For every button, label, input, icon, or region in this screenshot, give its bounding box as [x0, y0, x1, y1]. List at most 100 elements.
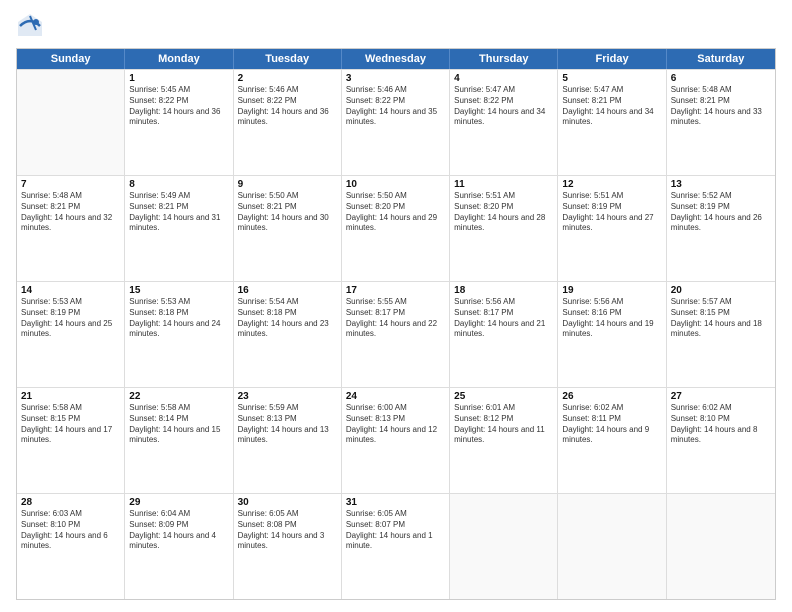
day-info: Sunrise: 6:04 AMSunset: 8:09 PMDaylight:… [129, 509, 228, 552]
cal-cell: 8Sunrise: 5:49 AMSunset: 8:21 PMDaylight… [125, 176, 233, 281]
cal-cell: 19Sunrise: 5:56 AMSunset: 8:16 PMDayligh… [558, 282, 666, 387]
header-day-monday: Monday [125, 49, 233, 69]
cal-cell: 7Sunrise: 5:48 AMSunset: 8:21 PMDaylight… [17, 176, 125, 281]
cal-cell: 16Sunrise: 5:54 AMSunset: 8:18 PMDayligh… [234, 282, 342, 387]
week-row-4: 21Sunrise: 5:58 AMSunset: 8:15 PMDayligh… [17, 387, 775, 493]
day-info: Sunrise: 5:51 AMSunset: 8:19 PMDaylight:… [562, 191, 661, 234]
day-number: 2 [238, 73, 337, 84]
header-day-sunday: Sunday [17, 49, 125, 69]
day-number: 1 [129, 73, 228, 84]
cal-cell: 24Sunrise: 6:00 AMSunset: 8:13 PMDayligh… [342, 388, 450, 493]
day-number: 14 [21, 285, 120, 296]
header-day-friday: Friday [558, 49, 666, 69]
day-number: 26 [562, 391, 661, 402]
day-info: Sunrise: 6:01 AMSunset: 8:12 PMDaylight:… [454, 403, 553, 446]
day-number: 31 [346, 497, 445, 508]
cal-cell: 29Sunrise: 6:04 AMSunset: 8:09 PMDayligh… [125, 494, 233, 599]
cal-cell: 15Sunrise: 5:53 AMSunset: 8:18 PMDayligh… [125, 282, 233, 387]
cal-cell: 20Sunrise: 5:57 AMSunset: 8:15 PMDayligh… [667, 282, 775, 387]
day-info: Sunrise: 5:53 AMSunset: 8:18 PMDaylight:… [129, 297, 228, 340]
day-info: Sunrise: 5:55 AMSunset: 8:17 PMDaylight:… [346, 297, 445, 340]
day-info: Sunrise: 5:49 AMSunset: 8:21 PMDaylight:… [129, 191, 228, 234]
header-day-wednesday: Wednesday [342, 49, 450, 69]
day-number: 22 [129, 391, 228, 402]
day-number: 21 [21, 391, 120, 402]
cal-cell [450, 494, 558, 599]
day-info: Sunrise: 5:58 AMSunset: 8:14 PMDaylight:… [129, 403, 228, 446]
day-number: 24 [346, 391, 445, 402]
logo-icon [16, 12, 44, 40]
cal-cell: 21Sunrise: 5:58 AMSunset: 8:15 PMDayligh… [17, 388, 125, 493]
day-info: Sunrise: 5:57 AMSunset: 8:15 PMDaylight:… [671, 297, 771, 340]
day-number: 13 [671, 179, 771, 190]
day-number: 28 [21, 497, 120, 508]
cal-cell: 2Sunrise: 5:46 AMSunset: 8:22 PMDaylight… [234, 70, 342, 175]
day-info: Sunrise: 5:53 AMSunset: 8:19 PMDaylight:… [21, 297, 120, 340]
day-number: 6 [671, 73, 771, 84]
day-info: Sunrise: 6:05 AMSunset: 8:08 PMDaylight:… [238, 509, 337, 552]
day-info: Sunrise: 5:45 AMSunset: 8:22 PMDaylight:… [129, 85, 228, 128]
day-info: Sunrise: 5:56 AMSunset: 8:17 PMDaylight:… [454, 297, 553, 340]
cal-cell: 17Sunrise: 5:55 AMSunset: 8:17 PMDayligh… [342, 282, 450, 387]
cal-cell: 12Sunrise: 5:51 AMSunset: 8:19 PMDayligh… [558, 176, 666, 281]
cal-cell: 18Sunrise: 5:56 AMSunset: 8:17 PMDayligh… [450, 282, 558, 387]
calendar-body: 1Sunrise: 5:45 AMSunset: 8:22 PMDaylight… [17, 69, 775, 599]
calendar: SundayMondayTuesdayWednesdayThursdayFrid… [16, 48, 776, 600]
day-info: Sunrise: 5:52 AMSunset: 8:19 PMDaylight:… [671, 191, 771, 234]
day-number: 20 [671, 285, 771, 296]
day-number: 16 [238, 285, 337, 296]
day-info: Sunrise: 5:56 AMSunset: 8:16 PMDaylight:… [562, 297, 661, 340]
cal-cell: 25Sunrise: 6:01 AMSunset: 8:12 PMDayligh… [450, 388, 558, 493]
cal-cell: 11Sunrise: 5:51 AMSunset: 8:20 PMDayligh… [450, 176, 558, 281]
day-info: Sunrise: 5:59 AMSunset: 8:13 PMDaylight:… [238, 403, 337, 446]
day-info: Sunrise: 6:02 AMSunset: 8:10 PMDaylight:… [671, 403, 771, 446]
cal-cell: 27Sunrise: 6:02 AMSunset: 8:10 PMDayligh… [667, 388, 775, 493]
day-number: 12 [562, 179, 661, 190]
day-info: Sunrise: 5:46 AMSunset: 8:22 PMDaylight:… [346, 85, 445, 128]
cal-cell: 6Sunrise: 5:48 AMSunset: 8:21 PMDaylight… [667, 70, 775, 175]
day-number: 23 [238, 391, 337, 402]
cal-cell: 9Sunrise: 5:50 AMSunset: 8:21 PMDaylight… [234, 176, 342, 281]
day-number: 19 [562, 285, 661, 296]
day-info: Sunrise: 5:54 AMSunset: 8:18 PMDaylight:… [238, 297, 337, 340]
day-info: Sunrise: 5:47 AMSunset: 8:22 PMDaylight:… [454, 85, 553, 128]
day-number: 25 [454, 391, 553, 402]
day-number: 7 [21, 179, 120, 190]
day-info: Sunrise: 5:48 AMSunset: 8:21 PMDaylight:… [671, 85, 771, 128]
week-row-5: 28Sunrise: 6:03 AMSunset: 8:10 PMDayligh… [17, 493, 775, 599]
cal-cell: 22Sunrise: 5:58 AMSunset: 8:14 PMDayligh… [125, 388, 233, 493]
cal-cell: 1Sunrise: 5:45 AMSunset: 8:22 PMDaylight… [125, 70, 233, 175]
day-info: Sunrise: 5:51 AMSunset: 8:20 PMDaylight:… [454, 191, 553, 234]
day-number: 11 [454, 179, 553, 190]
day-number: 30 [238, 497, 337, 508]
week-row-2: 7Sunrise: 5:48 AMSunset: 8:21 PMDaylight… [17, 175, 775, 281]
day-info: Sunrise: 6:00 AMSunset: 8:13 PMDaylight:… [346, 403, 445, 446]
cal-cell [17, 70, 125, 175]
cal-cell: 3Sunrise: 5:46 AMSunset: 8:22 PMDaylight… [342, 70, 450, 175]
cal-cell: 23Sunrise: 5:59 AMSunset: 8:13 PMDayligh… [234, 388, 342, 493]
day-info: Sunrise: 5:47 AMSunset: 8:21 PMDaylight:… [562, 85, 661, 128]
day-info: Sunrise: 5:46 AMSunset: 8:22 PMDaylight:… [238, 85, 337, 128]
day-number: 5 [562, 73, 661, 84]
cal-cell: 26Sunrise: 6:02 AMSunset: 8:11 PMDayligh… [558, 388, 666, 493]
day-info: Sunrise: 5:48 AMSunset: 8:21 PMDaylight:… [21, 191, 120, 234]
day-info: Sunrise: 5:58 AMSunset: 8:15 PMDaylight:… [21, 403, 120, 446]
day-number: 18 [454, 285, 553, 296]
header-day-tuesday: Tuesday [234, 49, 342, 69]
header-day-thursday: Thursday [450, 49, 558, 69]
cal-cell: 14Sunrise: 5:53 AMSunset: 8:19 PMDayligh… [17, 282, 125, 387]
cal-cell: 10Sunrise: 5:50 AMSunset: 8:20 PMDayligh… [342, 176, 450, 281]
page: SundayMondayTuesdayWednesdayThursdayFrid… [0, 0, 792, 612]
cal-cell: 31Sunrise: 6:05 AMSunset: 8:07 PMDayligh… [342, 494, 450, 599]
header-day-saturday: Saturday [667, 49, 775, 69]
day-number: 4 [454, 73, 553, 84]
day-info: Sunrise: 6:03 AMSunset: 8:10 PMDaylight:… [21, 509, 120, 552]
day-info: Sunrise: 5:50 AMSunset: 8:20 PMDaylight:… [346, 191, 445, 234]
cal-cell: 13Sunrise: 5:52 AMSunset: 8:19 PMDayligh… [667, 176, 775, 281]
cal-cell [558, 494, 666, 599]
day-number: 3 [346, 73, 445, 84]
day-number: 27 [671, 391, 771, 402]
logo [16, 12, 48, 40]
day-number: 8 [129, 179, 228, 190]
day-number: 9 [238, 179, 337, 190]
